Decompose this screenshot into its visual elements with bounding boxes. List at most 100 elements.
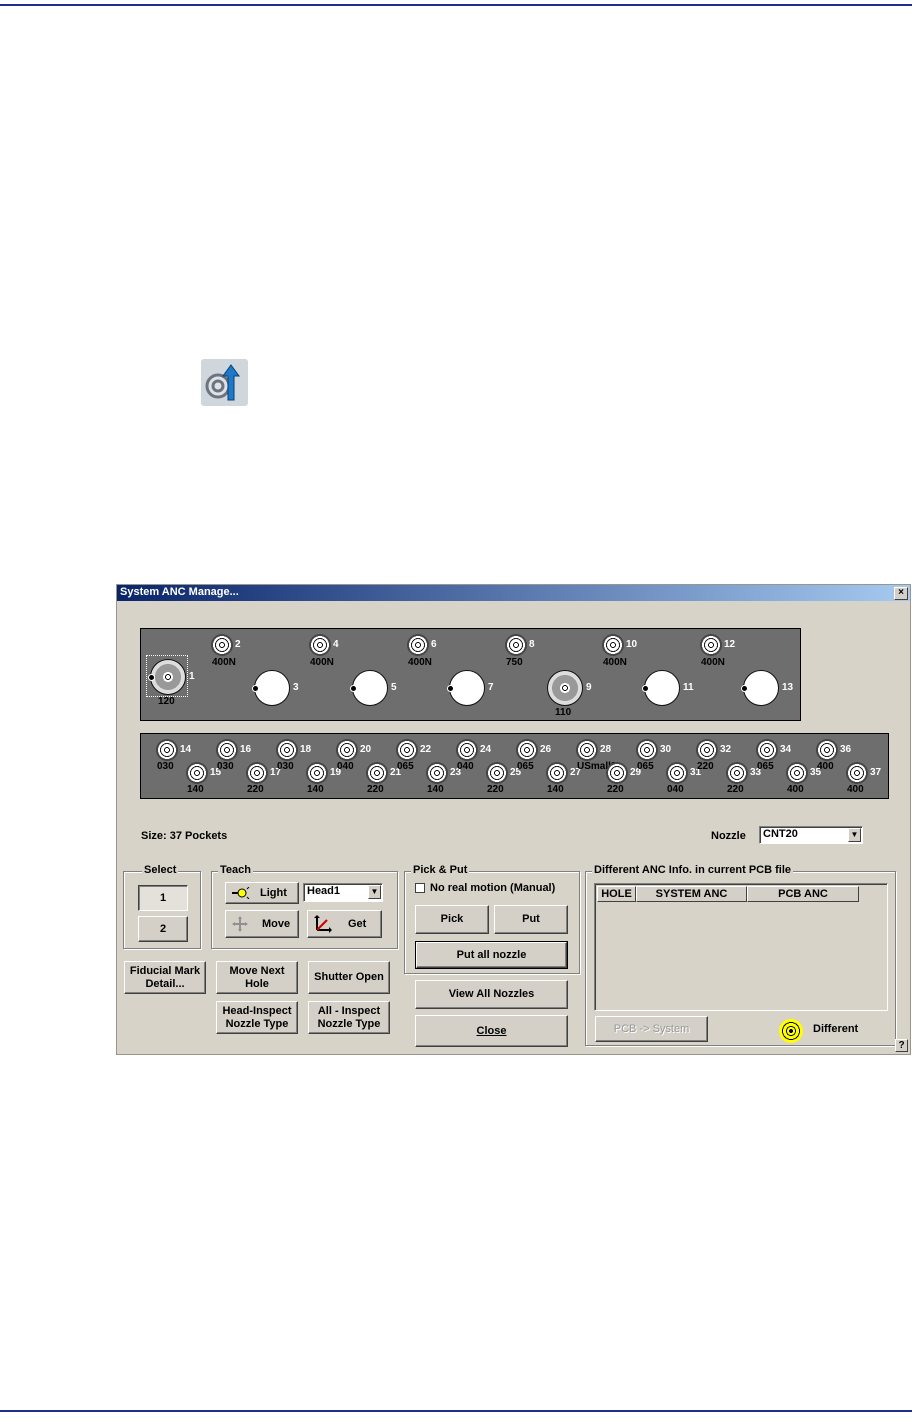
pocket-number: 36 <box>840 744 852 755</box>
pick-button[interactable]: Pick <box>415 905 489 934</box>
nozzle-pocket-13[interactable] <box>741 670 779 706</box>
column-system-anc[interactable]: SYSTEM ANC <box>636 886 747 902</box>
nozzle-pocket-21[interactable] <box>366 762 388 784</box>
shutter-open-button[interactable]: Shutter Open <box>308 961 390 994</box>
nozzle-move-icon[interactable] <box>201 359 248 406</box>
light-button[interactable]: Light <box>225 882 299 904</box>
nozzle-pocket-22[interactable] <box>396 739 418 761</box>
put-all-nozzle-button[interactable]: Put all nozzle <box>415 941 568 969</box>
nozzle-pocket-34[interactable] <box>756 739 778 761</box>
nozzle-pocket-20[interactable] <box>336 739 358 761</box>
different-anc-list[interactable]: HOLE SYSTEM ANC PCB ANC <box>594 883 888 1011</box>
nozzle-pocket-12[interactable] <box>700 634 722 656</box>
nozzle-type-label: 040 <box>667 784 684 795</box>
top-page-rule <box>0 4 912 6</box>
nozzle-type-label: 400N <box>310 657 334 668</box>
nozzle-pocket-19[interactable] <box>306 762 328 784</box>
chevron-down-icon[interactable]: ▼ <box>848 828 861 842</box>
nozzle-type-label: 400 <box>787 784 804 795</box>
nozzle-pocket-24[interactable] <box>456 739 478 761</box>
window-title: System ANC Manage... <box>120 586 239 598</box>
light-button-label: Light <box>260 886 287 899</box>
head-inspect-nozzle-type-button[interactable]: Head-Inspect Nozzle Type <box>216 1001 298 1034</box>
pocket-number: 26 <box>540 744 552 755</box>
nozzle-pocket-23[interactable] <box>426 762 448 784</box>
manual-checkbox[interactable] <box>415 883 425 893</box>
nozzle-pocket-7[interactable] <box>447 670 485 706</box>
nozzle-type-label: 040 <box>457 761 474 772</box>
teach-group-title: Teach <box>218 864 253 876</box>
pocket-number: 9 <box>586 682 592 693</box>
nozzle-pocket-8[interactable] <box>505 634 527 656</box>
nozzle-pocket-15[interactable] <box>186 762 208 784</box>
get-button-label: Get <box>348 917 367 930</box>
nozzle-pocket-33[interactable] <box>726 762 748 784</box>
help-icon[interactable]: ? <box>895 1039 908 1052</box>
nozzle-type-label: 400N <box>408 657 432 668</box>
select-2-button[interactable]: 2 <box>138 916 188 942</box>
fiducial-mark-detail-button[interactable]: Fiducial Mark Detail... <box>124 961 206 994</box>
nozzle-pocket-10[interactable] <box>602 634 624 656</box>
close-icon[interactable]: × <box>894 587 908 600</box>
column-hole[interactable]: HOLE <box>597 886 636 902</box>
nozzle-pocket-6[interactable] <box>407 634 429 656</box>
move-next-hole-button[interactable]: Move Next Hole <box>216 961 298 994</box>
nozzle-pocket-25[interactable] <box>486 762 508 784</box>
nozzle-pocket-31[interactable] <box>666 762 688 784</box>
view-all-nozzles-button[interactable]: View All Nozzles <box>415 980 568 1009</box>
column-pcb-anc[interactable]: PCB ANC <box>747 886 859 902</box>
bottom-page-rule <box>0 1410 912 1412</box>
nozzle-pocket-16[interactable] <box>216 739 238 761</box>
head-select[interactable]: Head1 ▼ <box>303 883 383 902</box>
nozzle-select[interactable]: CNT20 ▼ <box>759 826 863 844</box>
all-inspect-nozzle-type-button[interactable]: All - Inspect Nozzle Type <box>308 1001 390 1034</box>
nozzle-pocket-37[interactable] <box>846 762 868 784</box>
nozzle-label: Nozzle <box>711 830 746 842</box>
pcb-to-system-button[interactable]: PCB -> System <box>595 1016 708 1042</box>
nozzle-pocket-3[interactable] <box>252 670 290 706</box>
nozzle-pocket-36[interactable] <box>816 739 838 761</box>
move-button-label: Move <box>262 917 291 930</box>
nozzle-type-label: 030 <box>217 761 234 772</box>
move-button[interactable]: Move <box>225 910 299 938</box>
chevron-down-icon[interactable]: ▼ <box>368 885 381 899</box>
nozzle-type-label: 220 <box>727 784 744 795</box>
nozzle-pocket-14[interactable] <box>156 739 178 761</box>
nozzle-pocket-11[interactable] <box>642 670 680 706</box>
nozzle-pocket-4[interactable] <box>309 634 331 656</box>
nozzle-pocket-26[interactable] <box>516 739 538 761</box>
nozzle-pocket-2[interactable] <box>211 634 233 656</box>
pocket-number: 5 <box>391 682 397 693</box>
pick-put-group-title: Pick & Put <box>411 864 470 876</box>
nozzle-pocket-29[interactable] <box>606 762 628 784</box>
select-1-button[interactable]: 1 <box>138 885 188 911</box>
nozzle-pocket-9[interactable] <box>547 670 583 706</box>
nozzle-type-label: 400N <box>701 657 725 668</box>
pocket-marker-icon <box>741 685 748 692</box>
nozzle-type-label: 400N <box>603 657 627 668</box>
close-button[interactable]: Close <box>415 1015 568 1047</box>
close-button-label: Close <box>476 1024 507 1037</box>
head-select-value: Head1 <box>307 885 341 897</box>
nozzle-type-label: 110 <box>555 707 572 718</box>
pocket-number: 13 <box>782 682 794 693</box>
nozzle-pocket-5[interactable] <box>350 670 388 706</box>
nozzle-pocket-28[interactable] <box>576 739 598 761</box>
pocket-marker-icon <box>447 685 454 692</box>
nozzle-pocket-32[interactable] <box>696 739 718 761</box>
get-button[interactable]: Get <box>307 910 382 938</box>
pocket-number: 24 <box>480 744 492 755</box>
nozzle-type-label: 220 <box>697 761 714 772</box>
nozzle-pocket-27[interactable] <box>546 762 568 784</box>
nozzle-pocket-30[interactable] <box>636 739 658 761</box>
put-button[interactable]: Put <box>494 905 568 934</box>
nozzle-type-label: 040 <box>337 761 354 772</box>
nozzle-pocket-18[interactable] <box>276 739 298 761</box>
title-bar[interactable]: System ANC Manage... × <box>117 585 910 601</box>
pocket-number: 20 <box>360 744 372 755</box>
nozzle-pocket-17[interactable] <box>246 762 268 784</box>
nozzle-pocket-35[interactable] <box>786 762 808 784</box>
nozzle-type-label: 400N <box>212 657 236 668</box>
pocket-number: 32 <box>720 744 732 755</box>
pocket-number: 10 <box>626 639 638 650</box>
